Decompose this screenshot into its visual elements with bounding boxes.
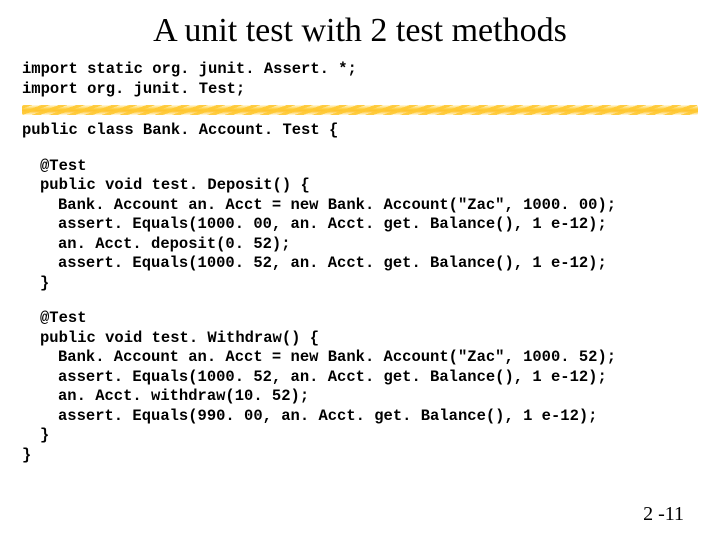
import-line-2: import org. junit. Test; [22, 80, 698, 100]
method-body-line: assert. Equals(1000. 52, an. Acct. get. … [58, 368, 698, 388]
spacer [22, 141, 698, 157]
method-signature: public void test. Withdraw() { [40, 329, 698, 349]
method-body-line: assert. Equals(990. 00, an. Acct. get. B… [58, 407, 698, 427]
method-body-line: Bank. Account an. Acct = new Bank. Accou… [58, 196, 698, 216]
slide-title: A unit test with 2 test methods [22, 12, 698, 50]
method-annotation: @Test [40, 309, 698, 329]
method-body-line: assert. Equals(1000. 52, an. Acct. get. … [58, 254, 698, 274]
method-signature: public void test. Deposit() { [40, 176, 698, 196]
class-declaration: public class Bank. Account. Test { [22, 121, 698, 141]
import-line-1: import static org. junit. Assert. *; [22, 60, 698, 80]
highlight-divider [22, 105, 698, 115]
spacer [22, 293, 698, 309]
method-close: } [40, 426, 698, 446]
slide-container: A unit test with 2 test methods import s… [0, 0, 720, 540]
method-body-line: assert. Equals(1000. 00, an. Acct. get. … [58, 215, 698, 235]
page-number: 2 -11 [643, 503, 684, 526]
method-annotation: @Test [40, 157, 698, 177]
method-body-line: an. Acct. withdraw(10. 52); [58, 387, 698, 407]
method-body-line: an. Acct. deposit(0. 52); [58, 235, 698, 255]
class-close: } [22, 446, 698, 466]
method-close: } [40, 274, 698, 294]
method-body-line: Bank. Account an. Acct = new Bank. Accou… [58, 348, 698, 368]
